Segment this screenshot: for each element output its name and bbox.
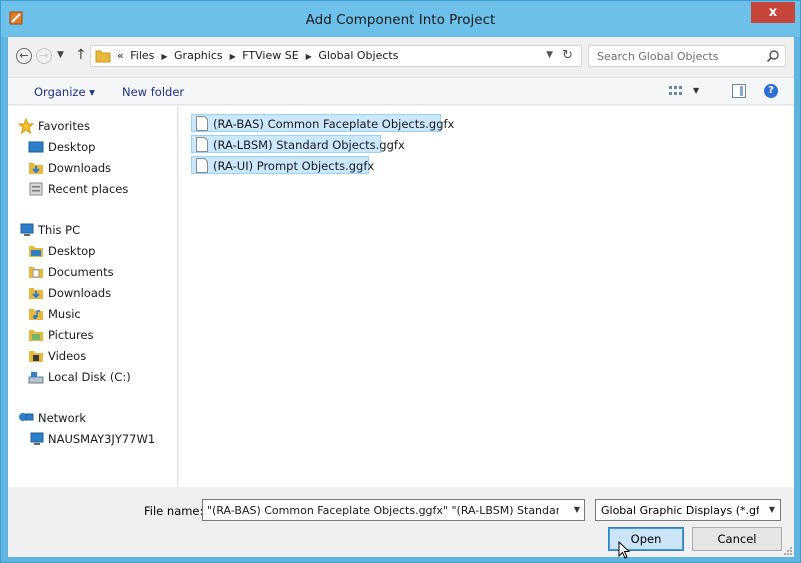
window-title: Add Component Into Project — [305, 12, 496, 28]
nav-label: Music — [48, 307, 81, 321]
file-item[interactable]: (RA-UI) Prompt Objects.ggfx — [191, 156, 374, 174]
file-name-panel: File name: ▼ Global Graphic Displays (*.… — [8, 487, 794, 559]
music-icon — [29, 309, 43, 320]
file-item[interactable]: (RA-LBSM) Standard Objects.ggfx — [191, 135, 405, 153]
help-icon[interactable]: ? — [764, 84, 778, 98]
resize-grip-icon[interactable] — [783, 546, 793, 556]
search-box[interactable]: Search Global Objects — [588, 45, 786, 67]
breadcrumb: « Files ▶ Graphics ▶ FTView SE ▶ Global Obj… — [117, 49, 401, 62]
file-icon — [196, 137, 208, 152]
title-bar[interactable]: Add Component Into Project x — [1, 1, 800, 37]
organize-button[interactable]: Organize ▾ — [34, 85, 95, 99]
desktop-folder-icon — [29, 246, 43, 257]
star-icon — [18, 118, 34, 134]
computer-icon — [20, 223, 34, 236]
file-name-label: File name: — [144, 504, 204, 518]
breadcrumb-graphics[interactable]: Graphics — [174, 49, 223, 62]
nav-label: This PC — [38, 223, 81, 237]
preview-pane-icon[interactable] — [732, 84, 746, 98]
nav-label: Desktop — [48, 244, 96, 258]
breadcrumb-ftview-se[interactable]: FTView SE — [242, 49, 298, 62]
refresh-icon[interactable]: ↻ — [562, 48, 573, 63]
nav-label: Videos — [48, 349, 87, 363]
cancel-button[interactable]: Cancel — [692, 527, 782, 551]
command-bar: Organize ▾ New folder ▼ ? — [8, 77, 794, 105]
file-name-field[interactable] — [203, 500, 563, 520]
nav-label: Downloads — [48, 286, 112, 300]
file-icon — [196, 158, 208, 173]
breadcrumb-global-objects[interactable]: Global Objects — [318, 49, 398, 62]
file-icon — [196, 116, 208, 131]
recent-places-icon — [29, 182, 43, 196]
dialog-window: Add Component Into Project x ← → ▼ ↑ « F… — [0, 0, 801, 563]
downloads-icon — [29, 163, 43, 174]
nav-label: Local Disk (C:) — [48, 370, 131, 384]
computer-icon — [30, 432, 44, 445]
search-icon[interactable] — [766, 49, 780, 63]
nav-label: Downloads — [48, 161, 112, 175]
nav-label: Desktop — [48, 140, 96, 154]
videos-icon — [29, 351, 43, 362]
chevron-down-icon[interactable]: ▼ — [769, 505, 775, 514]
nav-label: Pictures — [48, 328, 94, 342]
drive-icon — [28, 372, 44, 384]
network-icon — [19, 413, 34, 421]
mouse-cursor-icon — [618, 541, 631, 559]
forward-button[interactable]: → — [36, 48, 52, 64]
nav-label: Network — [38, 411, 87, 425]
file-name: (RA-UI) Prompt Objects.ggfx — [213, 159, 375, 173]
nav-label: Favorites — [38, 119, 90, 133]
close-button[interactable]: x — [751, 2, 795, 23]
breadcrumb-overflow[interactable]: « — [117, 49, 124, 62]
documents-icon — [29, 267, 43, 278]
chevron-right-icon[interactable]: ▶ — [306, 52, 312, 61]
breadcrumb-files[interactable]: Files — [130, 49, 154, 62]
pictures-icon — [29, 330, 43, 341]
navigation-pane[interactable]: Favorites Desktop Downloads Recent place… — [8, 106, 178, 487]
chevron-right-icon[interactable]: ▶ — [230, 52, 236, 61]
file-name-combobox[interactable]: ▼ — [202, 499, 585, 521]
recent-locations-dropdown[interactable]: ▼ — [57, 50, 64, 60]
back-button[interactable]: ← — [16, 48, 32, 64]
view-options-icon[interactable] — [668, 84, 684, 98]
desktop-icon — [28, 141, 44, 153]
file-name: (RA-BAS) Common Faceplate Objects.ggfx — [213, 117, 455, 131]
nav-label: Recent places — [48, 182, 129, 196]
downloads-icon — [29, 288, 43, 299]
nav-label: NAUSMAY3JY77W1 — [48, 432, 156, 446]
chevron-right-icon[interactable]: ▶ — [161, 52, 167, 61]
address-bar[interactable]: « Files ▶ Graphics ▶ FTView SE ▶ Global Obj… — [90, 45, 582, 67]
file-list[interactable]: (RA-BAS) Common Faceplate Objects.ggfx (… — [179, 106, 794, 487]
file-name: (RA-LBSM) Standard Objects.ggfx — [213, 138, 405, 152]
chevron-down-icon[interactable]: ▼ — [574, 505, 580, 514]
file-type-select[interactable]: Global Graphic Displays (*.gfx; * ▼ — [595, 499, 781, 521]
new-folder-button[interactable]: New folder — [122, 85, 184, 99]
dialog-body: ← → ▼ ↑ « Files ▶ Graphics ▶ FTView SE ▶ Gl… — [8, 37, 794, 559]
search-input[interactable]: Search Global Objects — [597, 50, 718, 63]
view-dropdown-icon[interactable]: ▼ — [693, 86, 699, 95]
nav-label: Documents — [48, 265, 114, 279]
file-item[interactable]: (RA-BAS) Common Faceplate Objects.ggfx — [191, 114, 454, 132]
file-type-value: Global Graphic Displays (*.gfx; * — [601, 504, 759, 517]
up-button[interactable]: ↑ — [75, 47, 87, 63]
address-dropdown-icon[interactable]: ▼ — [546, 50, 553, 60]
folder-icon — [95, 50, 111, 63]
